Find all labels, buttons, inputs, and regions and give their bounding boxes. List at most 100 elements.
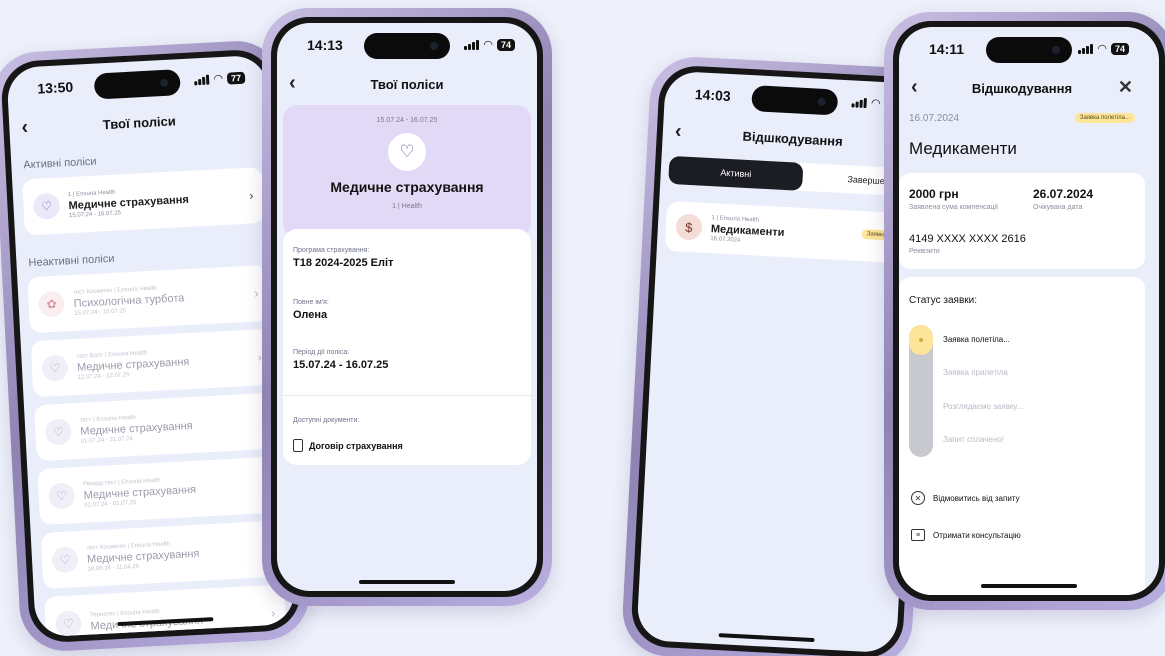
home-indicator xyxy=(981,584,1077,588)
heart-shield-icon: ♡ xyxy=(32,192,61,220)
back-icon[interactable]: ‹ xyxy=(21,116,29,138)
status-time: 14:03 xyxy=(694,86,732,104)
wifi-icon: ◠ xyxy=(1097,43,1107,55)
heart-shield-icon: ♡ xyxy=(48,482,76,510)
document-icon xyxy=(293,439,303,452)
status-card: Статус заявки: Заявка полетіла... Заявка… xyxy=(899,277,1145,595)
consultation-button[interactable]: ≡ Отримати консультацію xyxy=(911,529,1021,541)
period-value: 15.07.24 - 16.07.25 xyxy=(293,359,389,371)
policy-card-inactive[interactable]: ♡ Рекорд тест | Ensuria Health Медичне с… xyxy=(37,456,280,526)
name-label: Повне ім'я: xyxy=(293,299,329,306)
signal-icon xyxy=(464,39,480,50)
status-badge: Заявка полетіла... xyxy=(1074,113,1135,123)
dynamic-island xyxy=(364,33,450,59)
nav-bar: ‹ Твої поліси xyxy=(9,101,270,145)
chat-icon: ≡ xyxy=(911,529,925,541)
chevron-right-icon: › xyxy=(254,286,259,301)
phone-policy-detail: 14:13 ◠ 74 ‹ Твої поліси 15.07.24 - 16.0… xyxy=(262,8,552,606)
back-icon[interactable]: ‹ xyxy=(911,77,918,97)
home-indicator xyxy=(359,580,455,584)
screen: 13:50 ◠ 77 ‹ Твої поліси Активні поліси … xyxy=(6,54,296,638)
status-icons: ◠ 77 xyxy=(194,71,246,87)
cancel-circle-icon: ✕ xyxy=(911,491,925,505)
program-value: T18 2024-2025 Еліт xyxy=(293,257,394,269)
policy-subtitle: 1 | Health xyxy=(392,203,422,210)
status-icons: ◠ 74 xyxy=(464,38,515,51)
status-step-1: Заявка полетіла... xyxy=(943,335,1010,344)
policy-card-active[interactable]: ♡ 1 | Ensuria Health Медичне страхування… xyxy=(22,166,265,236)
card-number: 4149 XXXX XXXX 2616 xyxy=(909,233,1026,245)
policy-period-header: 15.07.24 - 16.07.25 xyxy=(376,117,438,124)
signal-icon xyxy=(851,97,868,108)
policy-info-card: Програма страхування: T18 2024-2025 Еліт… xyxy=(283,229,531,465)
cancel-request-label: Відмовитись від запиту xyxy=(933,493,1020,503)
bezel: 14:13 ◠ 74 ‹ Твої поліси 15.07.24 - 16.0… xyxy=(271,17,543,597)
heart-shield-icon: ♡ xyxy=(44,418,73,446)
claim-amount-label: Заявлена сума компенсації xyxy=(909,204,999,211)
wifi-icon: ◠ xyxy=(213,72,224,86)
heart-shield-icon: ♡ xyxy=(41,354,69,382)
divider xyxy=(283,395,531,396)
page-title: Відшкодування xyxy=(971,80,1073,96)
battery-icon: 77 xyxy=(226,71,246,85)
status-current-dot xyxy=(909,325,933,355)
status-step-4: Запит сплачено! xyxy=(943,435,1004,444)
document-name: Договір страхування xyxy=(309,440,403,451)
back-icon[interactable]: ‹ xyxy=(674,120,682,142)
chevron-right-icon: › xyxy=(248,188,254,203)
policy-card-inactive[interactable]: ♡ тест Болт | Ensuria Health Медичне стр… xyxy=(30,328,274,398)
policy-title: Медичне страхування xyxy=(330,179,484,195)
back-icon[interactable]: ‹ xyxy=(289,73,296,93)
docs-label: Доступні документи: xyxy=(293,417,360,424)
policy-card-inactive[interactable]: ♡ тест | Ensuria Health Медичне страхува… xyxy=(33,392,277,462)
policy-card-inactive[interactable]: ♡ тест Косметех | Ensuria Health Медичне… xyxy=(40,520,284,589)
policy-header-card: 15.07.24 - 16.07.25 ♡ Медичне страхуванн… xyxy=(283,105,531,237)
screen: 14:03 ◠ 74 ‹ Відшкодування Активні Завер… xyxy=(636,70,926,654)
screen: 14:13 ◠ 74 ‹ Твої поліси 15.07.24 - 16.0… xyxy=(277,23,537,591)
bezel: 13:50 ◠ 77 ‹ Твої поліси Активні поліси … xyxy=(0,48,303,644)
status-step-3: Розглядаємо заявку... xyxy=(943,402,1024,411)
name-value: Олена xyxy=(293,309,328,321)
page-title: Відшкодування xyxy=(742,128,844,149)
claim-amount: 2000 грн xyxy=(909,187,959,201)
psychology-icon: ✿ xyxy=(38,290,66,318)
dynamic-island xyxy=(986,37,1072,63)
close-icon[interactable]: ✕ xyxy=(1118,77,1133,98)
bezel: 14:11 ◠ 74 ‹ Відшкодування ✕ 16.07.2024 … xyxy=(893,21,1165,601)
page-title: Твої поліси xyxy=(370,76,444,92)
status-step-2: Заявка прилетіла xyxy=(943,368,1008,377)
heart-shield-icon: ♡ xyxy=(54,610,83,638)
claim-info-card: 2000 грн Заявлена сума компенсації 26.07… xyxy=(899,173,1145,269)
battery-icon: 74 xyxy=(1110,42,1129,55)
policy-card-inactive[interactable]: ✿ тест Косметех | Ensuria Health Психоло… xyxy=(27,264,270,334)
dollar-icon: $ xyxy=(675,213,703,241)
expected-date: 26.07.2024 xyxy=(1033,187,1094,201)
wifi-icon: ◠ xyxy=(483,39,493,51)
signal-icon xyxy=(194,74,210,85)
home-indicator xyxy=(718,633,815,643)
dynamic-island xyxy=(93,69,181,100)
nav-bar: ‹ Відшкодування ✕ xyxy=(899,73,1159,103)
period-label: Період дії поліса: xyxy=(293,349,350,356)
expected-date-label: Очікувана дата xyxy=(1033,204,1083,211)
policy-card-inactive[interactable]: ♡ Тернетес | Ensuria Health Медичне стра… xyxy=(43,584,287,638)
status-icons: ◠ 74 xyxy=(1078,42,1129,55)
claim-heading: Медикаменти xyxy=(909,139,1017,158)
wifi-icon: ◠ xyxy=(870,97,881,110)
cancel-request-button[interactable]: ✕ Відмовитись від запиту xyxy=(911,491,1020,505)
status-time: 14:11 xyxy=(929,41,965,57)
heart-shield-icon: ♡ xyxy=(388,133,426,171)
tab-active[interactable]: Активні xyxy=(668,155,804,191)
status-title: Статус заявки: xyxy=(909,295,978,306)
screen: 14:11 ◠ 74 ‹ Відшкодування ✕ 16.07.2024 … xyxy=(899,27,1159,595)
battery-icon: 74 xyxy=(496,38,515,51)
card-number-label: Реквізити xyxy=(909,248,940,255)
consultation-label: Отримати консультацію xyxy=(933,530,1021,540)
heart-shield-icon: ♡ xyxy=(51,546,79,574)
program-label: Програма страхування: xyxy=(293,247,370,254)
chevron-right-icon: › xyxy=(270,605,276,621)
dynamic-island xyxy=(751,85,839,116)
page-title: Твої поліси xyxy=(102,112,177,132)
document-link[interactable]: Договір страхування xyxy=(293,439,403,452)
claim-date: 16.07.2024 xyxy=(909,113,960,124)
